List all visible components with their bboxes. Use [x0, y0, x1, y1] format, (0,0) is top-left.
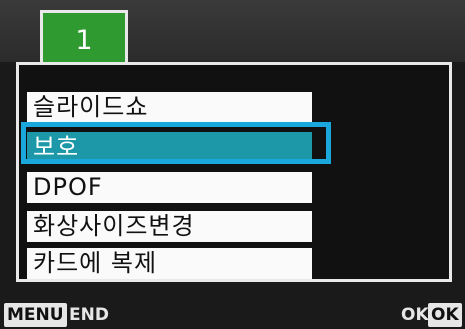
camera-menu-screen: 1 슬라이드쇼 보호 DPOF 화상사이즈변경 카드에 복제 MENU END …: [0, 0, 465, 329]
menu-key-chip[interactable]: MENU: [4, 303, 67, 327]
selection-highlight: [21, 122, 331, 164]
menu-item-dpof[interactable]: DPOF: [27, 172, 312, 203]
bottom-bar: MENU END OK OK: [0, 300, 465, 329]
ok-label: OK: [401, 305, 429, 325]
tab-page-1[interactable]: 1: [40, 10, 128, 68]
end-label: END: [69, 305, 109, 325]
menu-item-resize[interactable]: 화상사이즈변경: [27, 211, 312, 242]
ok-key-chip[interactable]: OK: [428, 303, 462, 327]
menu-item-slideshow[interactable]: 슬라이드쇼: [27, 92, 312, 123]
tab-label: 1: [75, 25, 93, 56]
menu-item-copy-to-card[interactable]: 카드에 복제: [27, 248, 312, 279]
menu-panel: 슬라이드쇼 보호 DPOF 화상사이즈변경 카드에 복제: [16, 62, 452, 282]
top-bar: 1: [0, 0, 465, 68]
